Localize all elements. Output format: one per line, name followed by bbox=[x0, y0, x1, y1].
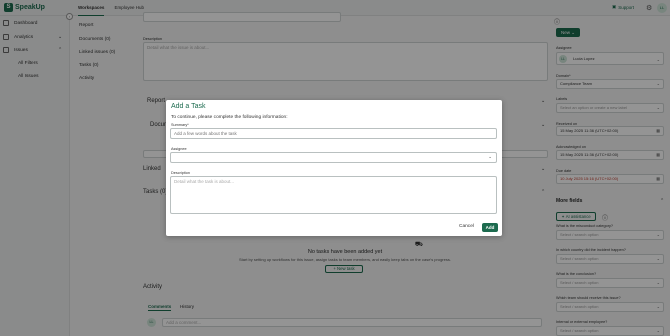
dialog-title: Add a Task bbox=[171, 103, 206, 110]
chevron-down-icon: ⌄ bbox=[488, 154, 492, 159]
cancel-button[interactable]: Cancel bbox=[459, 224, 474, 229]
description-textarea[interactable]: Detail what the task is about... bbox=[170, 176, 497, 214]
description-label: Description bbox=[171, 171, 190, 175]
assignee-label: Assignee bbox=[171, 147, 187, 151]
summary-input[interactable] bbox=[170, 128, 497, 139]
add-button[interactable]: Add bbox=[482, 223, 498, 232]
add-task-dialog: Add a Task To continue, please complete … bbox=[166, 100, 502, 236]
dialog-subtitle: To continue, please complete the followi… bbox=[171, 115, 288, 120]
summary-label: Summary* bbox=[171, 123, 189, 127]
assignee-select[interactable]: ⌄ bbox=[170, 152, 497, 163]
